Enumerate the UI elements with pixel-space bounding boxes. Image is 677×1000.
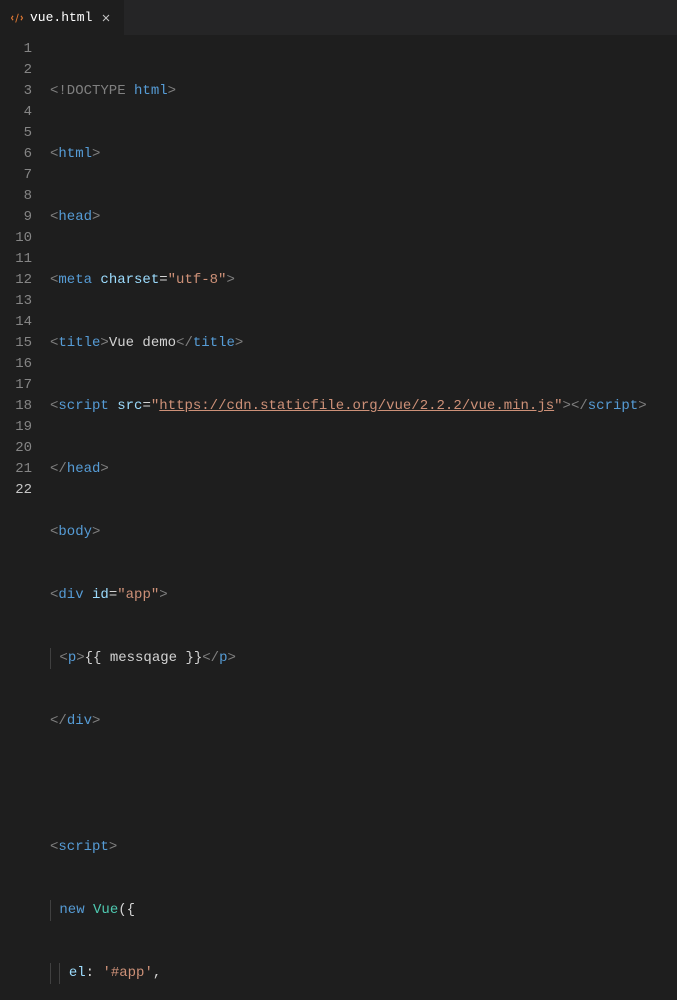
code-line: <script src="https://cdn.staticfile.org/… [50, 396, 677, 417]
line-number: 19 [0, 417, 32, 438]
line-number: 1 [0, 39, 32, 60]
line-number: 4 [0, 102, 32, 123]
html-file-icon [10, 11, 24, 25]
tab-bar: vue.html [0, 0, 677, 35]
line-number: 11 [0, 249, 32, 270]
line-number: 18 [0, 396, 32, 417]
line-number: 14 [0, 312, 32, 333]
line-number: 21 [0, 459, 32, 480]
line-number: 9 [0, 207, 32, 228]
line-number: 20 [0, 438, 32, 459]
line-number: 7 [0, 165, 32, 186]
code-line: el: '#app', [50, 963, 677, 984]
tab-vue-html[interactable]: vue.html [0, 0, 125, 35]
line-number: 6 [0, 144, 32, 165]
code-line [50, 774, 677, 795]
line-number: 2 [0, 60, 32, 81]
line-number: 8 [0, 186, 32, 207]
line-number: 17 [0, 375, 32, 396]
line-number: 12 [0, 270, 32, 291]
code-line: <p>{{ messqage }}</p> [50, 648, 677, 669]
close-icon[interactable] [98, 10, 114, 26]
code-line: </div> [50, 711, 677, 732]
line-number: 10 [0, 228, 32, 249]
line-number: 13 [0, 291, 32, 312]
line-number: 15 [0, 333, 32, 354]
code-line: <head> [50, 207, 677, 228]
line-number: 22 [0, 480, 32, 501]
line-number: 5 [0, 123, 32, 144]
code-line: <body> [50, 522, 677, 543]
code-line: <meta charset="utf-8"> [50, 270, 677, 291]
code-line: <!DOCTYPE html> [50, 81, 677, 102]
code-line: <div id="app"> [50, 585, 677, 606]
code-line: </head> [50, 459, 677, 480]
line-number: 16 [0, 354, 32, 375]
code-line: <html> [50, 144, 677, 165]
code-line: <title>Vue demo</title> [50, 333, 677, 354]
line-number: 3 [0, 81, 32, 102]
line-number-gutter: 12345678910111213141516171819202122 [0, 39, 50, 500]
code-editor[interactable]: 12345678910111213141516171819202122 <!DO… [0, 35, 677, 500]
code-line: new Vue({ [50, 900, 677, 921]
tab-label: vue.html [30, 10, 92, 25]
code-line: <script> [50, 837, 677, 858]
code-content[interactable]: <!DOCTYPE html> <html> <head> <meta char… [50, 39, 677, 500]
